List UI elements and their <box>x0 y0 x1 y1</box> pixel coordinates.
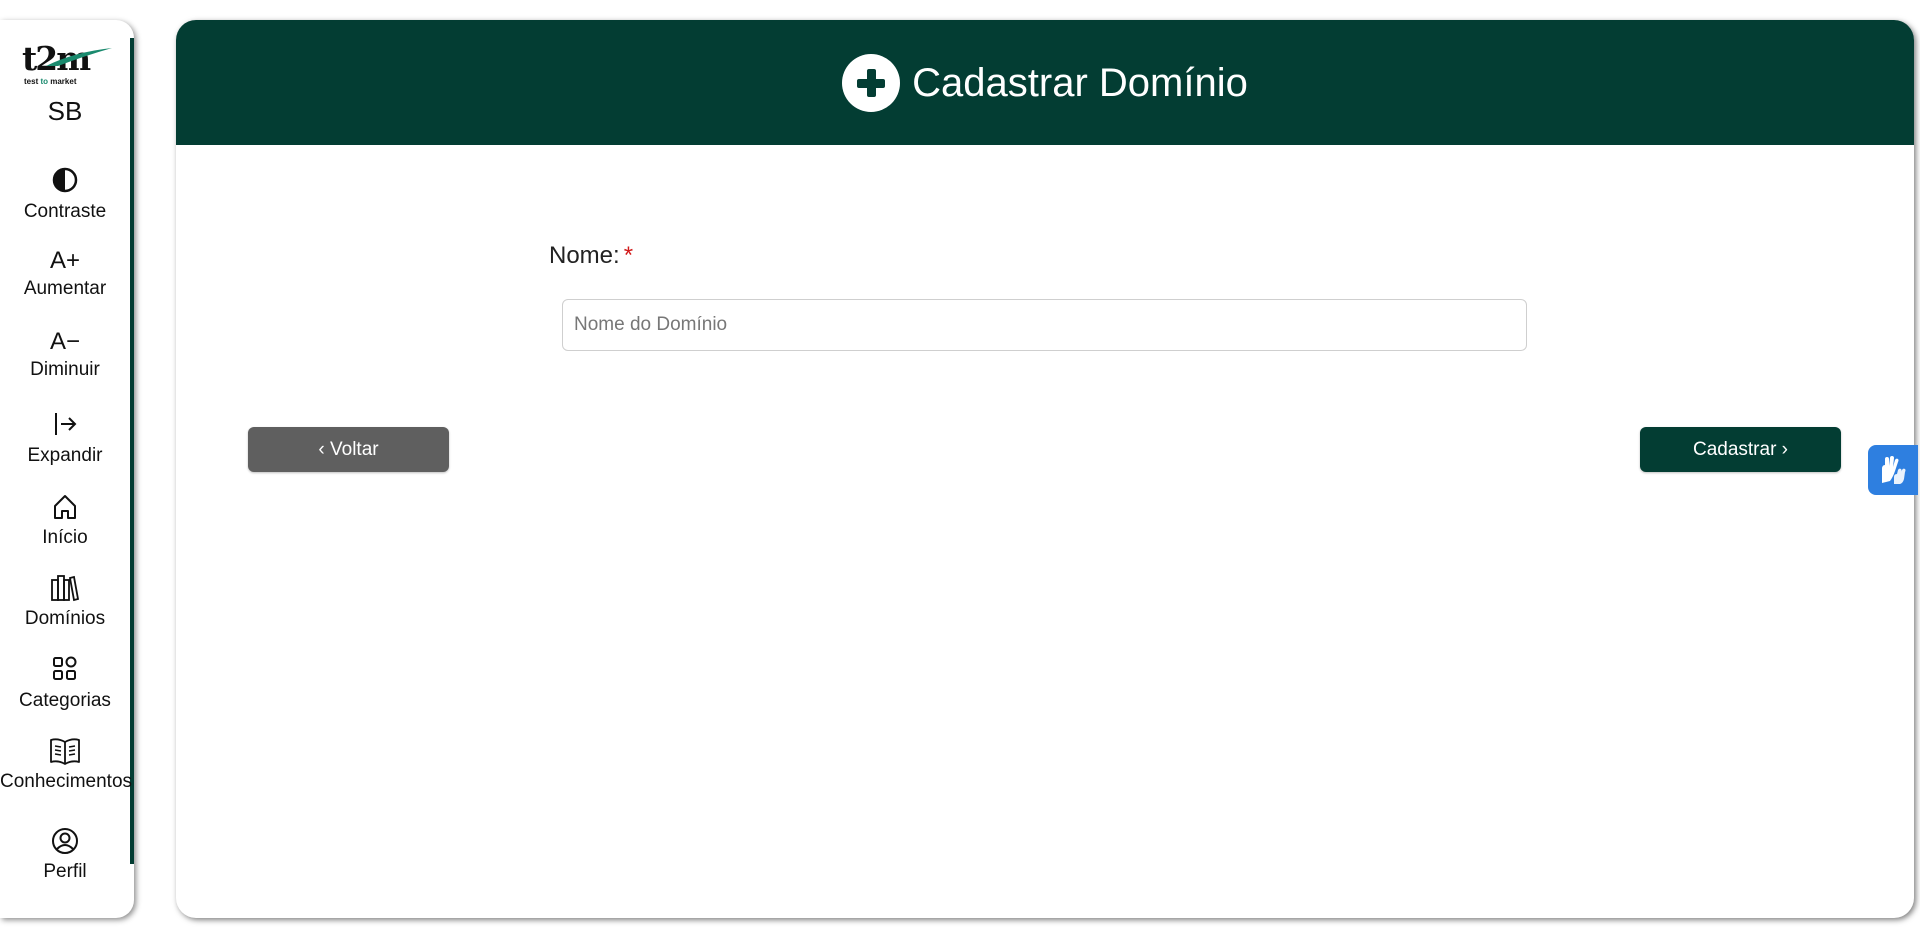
page-header: Cadastrar Domínio <box>176 20 1914 145</box>
contrast-icon <box>45 167 85 201</box>
domain-name-input[interactable] <box>562 299 1527 351</box>
submit-button[interactable]: Cadastrar › <box>1640 427 1841 472</box>
sidebar-item-contrast[interactable]: Contraste <box>0 162 130 234</box>
book-icon <box>45 737 85 771</box>
user-circle-icon <box>45 827 85 861</box>
sidebar-item-label: Expandir <box>27 445 103 466</box>
logo-tagline: test to market <box>24 77 77 86</box>
sidebar-item-label: Contraste <box>23 201 107 222</box>
name-field-label: Nome: * <box>549 242 633 270</box>
plus-circle-icon <box>842 53 901 112</box>
sidebar-item-increase-font[interactable]: A+ Aumentar <box>0 244 130 316</box>
accessibility-widget[interactable] <box>1868 445 1918 495</box>
sidebar-item-label: Categorias <box>19 690 111 711</box>
sidebar-item-label: Diminuir <box>30 359 100 380</box>
sidebar-item-profile[interactable]: Perfil <box>0 822 130 894</box>
a-minus-icon: A− <box>49 328 81 355</box>
t2m-logo[interactable]: t2m test to market <box>18 42 112 88</box>
a-plus-icon: A+ <box>49 247 81 274</box>
sidebar: t2m test to market SB Contraste A+ Aumen… <box>0 20 134 918</box>
sidebar-item-label: Aumentar <box>23 278 107 299</box>
home-icon <box>45 493 85 527</box>
sidebar-item-decrease-font[interactable]: A− Diminuir <box>0 325 130 397</box>
sign-language-hands-icon <box>1882 456 1906 484</box>
sidebar-item-expand[interactable]: Expandir <box>0 406 130 478</box>
logo-swoosh-icon <box>46 48 112 66</box>
expand-arrow-icon <box>45 411 85 445</box>
sidebar-item-label: Conhecimentos <box>0 771 133 792</box>
sidebar-item-label: Domínios <box>24 608 106 629</box>
back-button[interactable]: ‹ Voltar <box>248 427 449 472</box>
main-card: Cadastrar Domínio Nome:* ‹ Voltar Cadast… <box>176 20 1914 918</box>
sidebar-item-categories[interactable]: Categorias <box>0 651 130 723</box>
required-asterisk: * <box>623 242 634 269</box>
page-title: Cadastrar Domínio <box>912 60 1248 105</box>
books-icon <box>45 574 85 608</box>
brand-initials: SB <box>47 96 83 126</box>
sidebar-scrollbar[interactable] <box>130 38 134 864</box>
sidebar-item-domains[interactable]: Domínios <box>0 569 130 641</box>
sidebar-item-knowledge[interactable]: Conhecimentos <box>0 732 133 804</box>
sidebar-item-label: Perfil <box>43 861 87 882</box>
name-label-text: Nome: <box>549 242 620 269</box>
sidebar-item-home[interactable]: Início <box>0 488 130 560</box>
grid-icon <box>45 656 85 690</box>
sidebar-item-label: Início <box>42 527 88 548</box>
